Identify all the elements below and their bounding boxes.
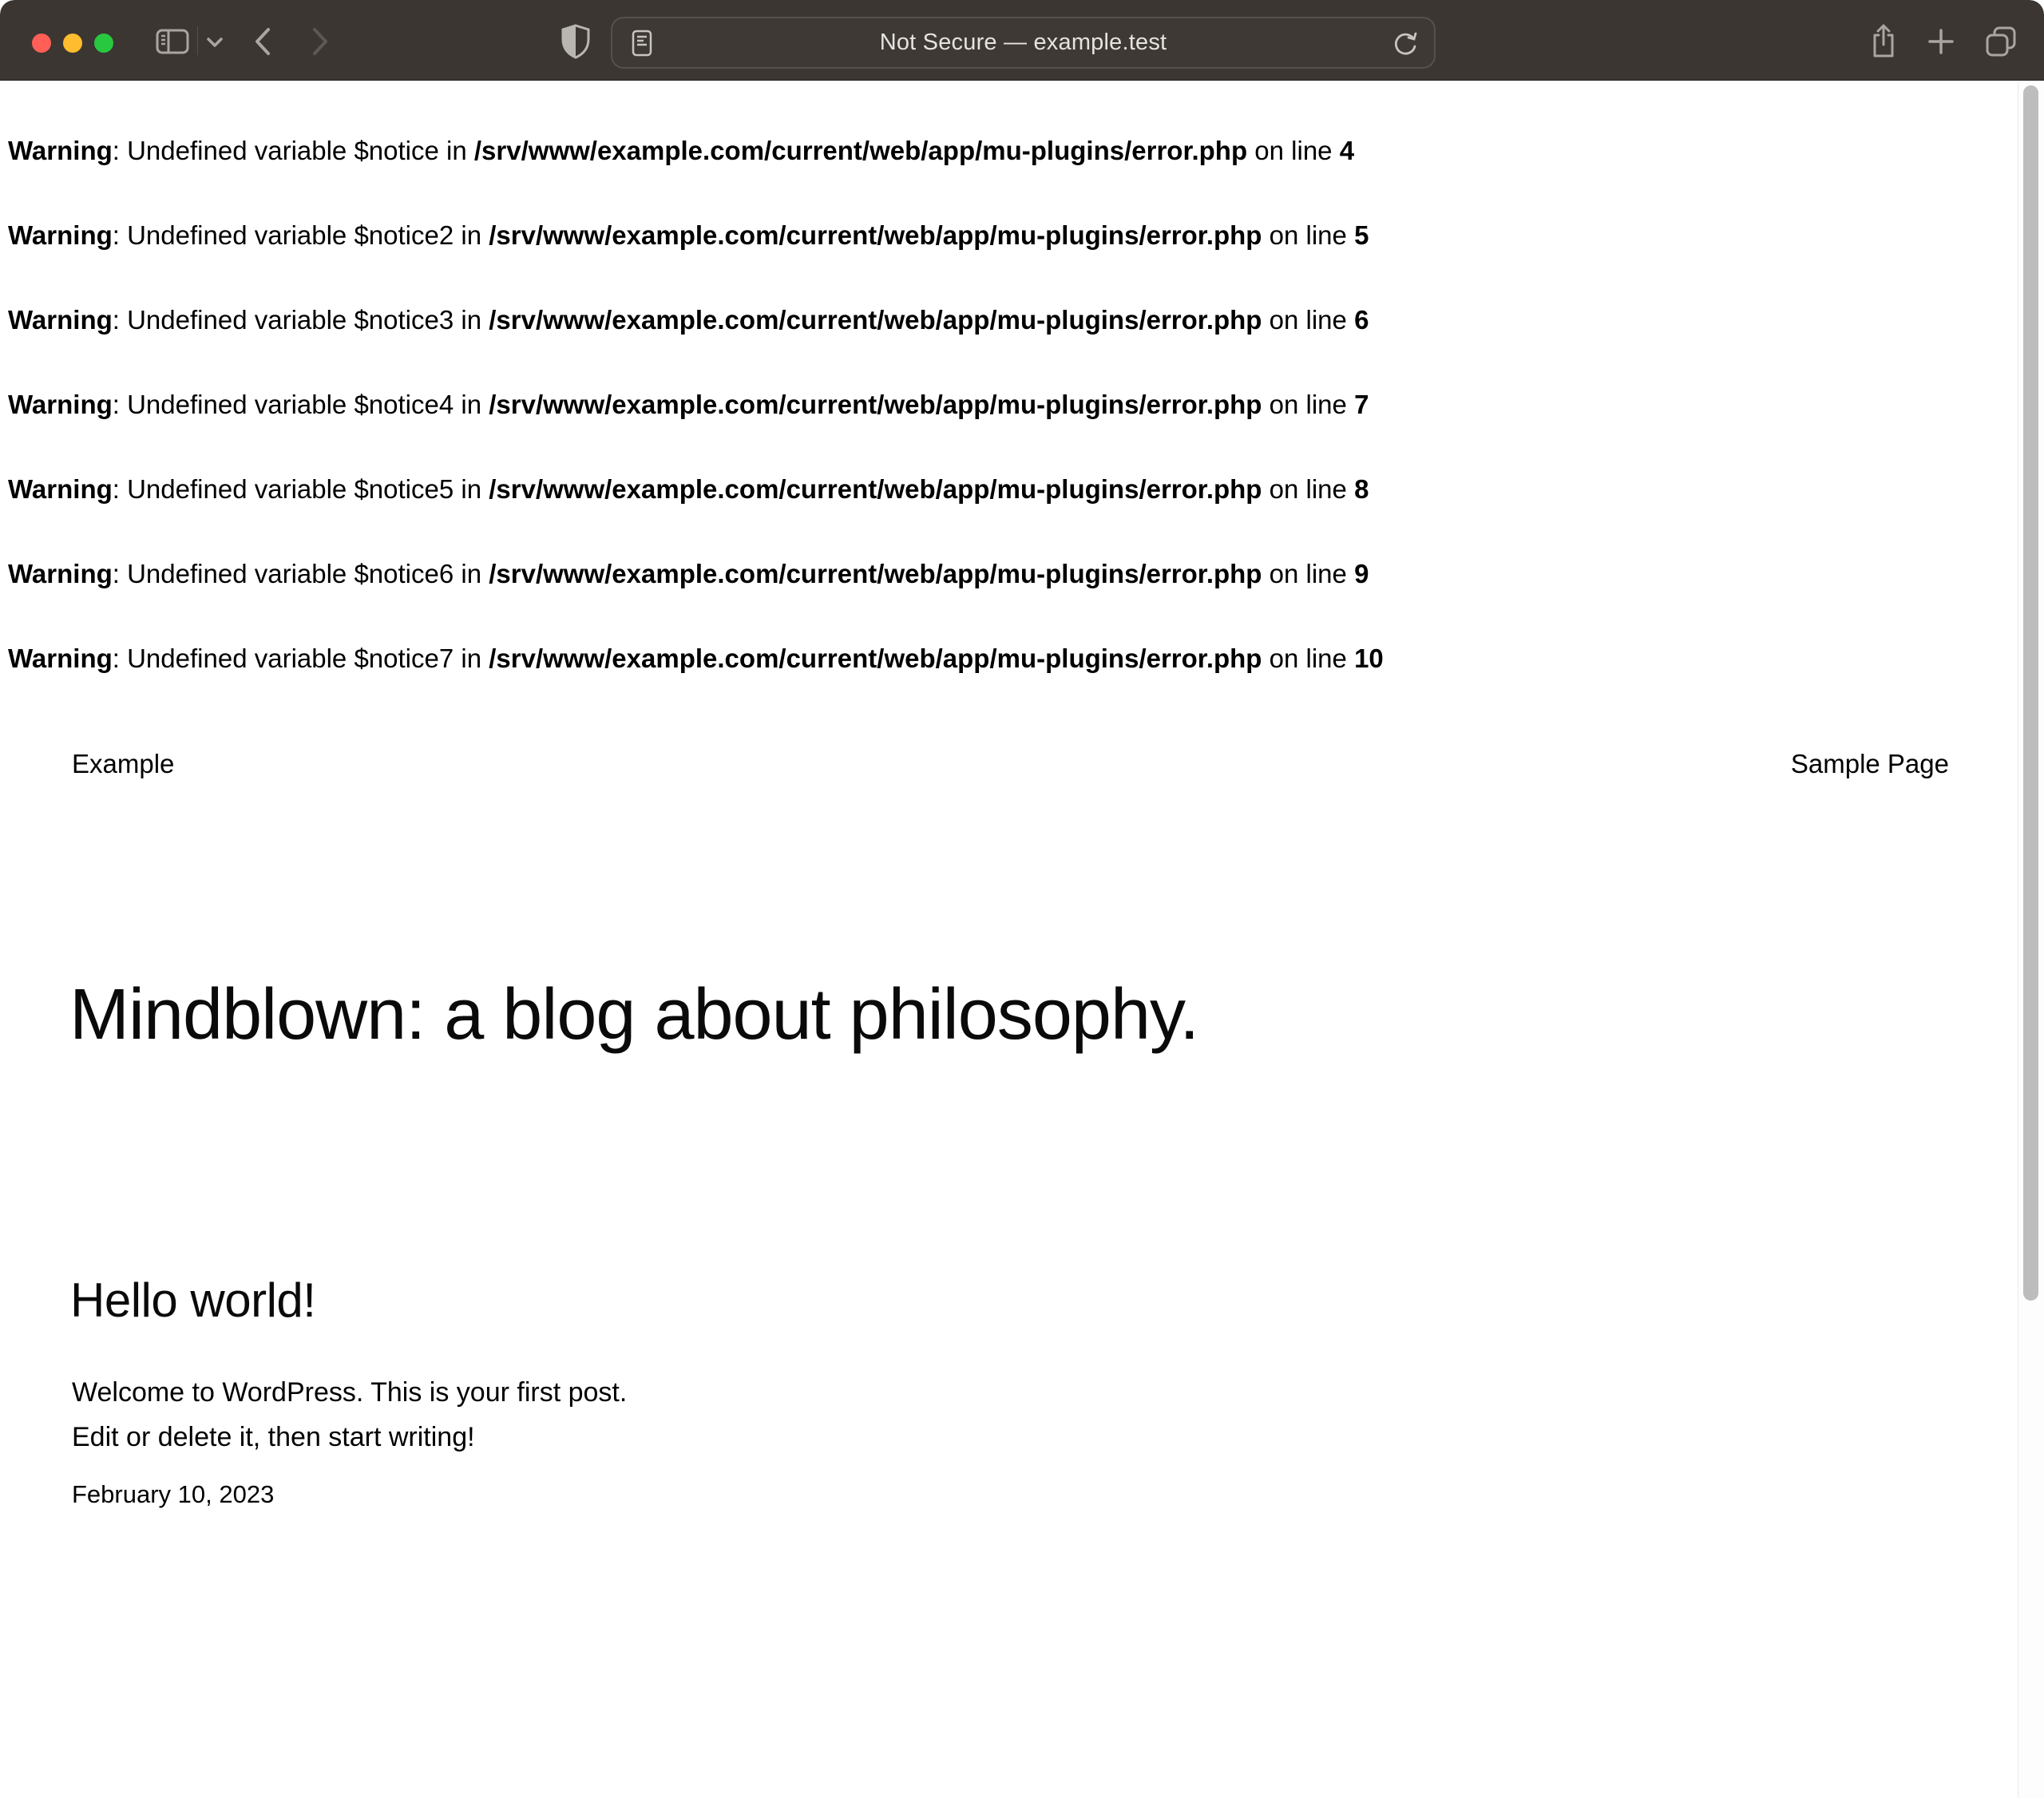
chevron-down-icon[interactable]	[206, 37, 224, 48]
toolbar-divider	[197, 26, 198, 55]
warning-label: Warning	[8, 559, 113, 588]
close-window-button[interactable]	[32, 34, 51, 53]
post-title-link[interactable]: Hello world!	[70, 1273, 315, 1328]
warning-label: Warning	[8, 474, 113, 504]
warning-file-path: /srv/www/example.com/current/web/app/mu-…	[489, 305, 1262, 335]
reload-icon[interactable]	[1392, 30, 1418, 57]
url-text: Not Secure — example.test	[612, 30, 1434, 56]
web-page: Warning: Undefined variable $notice in /…	[0, 81, 2044, 1798]
warning-label: Warning	[8, 220, 113, 250]
warning-label: Warning	[8, 305, 113, 335]
zoom-window-button[interactable]	[94, 34, 113, 53]
share-icon[interactable]	[1869, 24, 1898, 59]
warning-file-path: /srv/www/example.com/current/web/app/mu-…	[489, 474, 1262, 504]
tab-overview-icon[interactable]	[1985, 26, 2017, 57]
back-button[interactable]	[254, 27, 271, 56]
site-header: Example Sample Page	[72, 749, 1949, 779]
php-warning: Warning: Undefined variable $notice7 in …	[8, 642, 1996, 675]
warning-line-number: 7	[1354, 390, 1369, 419]
warning-line-number: 6	[1354, 305, 1369, 335]
php-warning: Warning: Undefined variable $notice2 in …	[8, 219, 1996, 251]
new-tab-icon[interactable]	[1927, 27, 1955, 56]
scrollbar-track[interactable]	[2018, 81, 2044, 1798]
post-excerpt: Welcome to WordPress. This is your first…	[72, 1370, 627, 1459]
warning-file-path: /srv/www/example.com/current/web/app/mu-…	[474, 136, 1247, 165]
address-bar[interactable]: Not Secure — example.test	[611, 17, 1436, 69]
php-warning: Warning: Undefined variable $notice5 in …	[8, 473, 1996, 505]
warning-file-path: /srv/www/example.com/current/web/app/mu-…	[489, 390, 1262, 419]
warning-label: Warning	[8, 136, 113, 165]
php-warning: Warning: Undefined variable $notice6 in …	[8, 557, 1996, 590]
sidebar-toggle-button[interactable]	[156, 29, 189, 54]
warning-line-number: 8	[1354, 474, 1369, 504]
warning-line-number: 10	[1354, 644, 1384, 673]
warning-label: Warning	[8, 390, 113, 419]
warning-line-number: 5	[1354, 220, 1369, 250]
nav-link-sample-page[interactable]: Sample Page	[1791, 749, 1949, 779]
warning-file-path: /srv/www/example.com/current/web/app/mu-…	[489, 559, 1262, 588]
forward-button[interactable]	[311, 27, 329, 56]
minimize-window-button[interactable]	[63, 34, 82, 53]
warning-label: Warning	[8, 644, 113, 673]
browser-toolbar: Not Secure — example.test	[0, 0, 2044, 81]
excerpt-line: Edit or delete it, then start writing!	[72, 1415, 627, 1459]
scrollbar-thumb[interactable]	[2023, 85, 2038, 1301]
warning-line-number: 4	[1340, 136, 1354, 165]
warning-file-path: /srv/www/example.com/current/web/app/mu-…	[489, 644, 1262, 673]
php-warning: Warning: Undefined variable $notice4 in …	[8, 388, 1996, 421]
post-date: February 10, 2023	[72, 1480, 274, 1509]
warning-file-path: /srv/www/example.com/current/web/app/mu-…	[489, 220, 1262, 250]
php-warning: Warning: Undefined variable $notice3 in …	[8, 303, 1996, 336]
php-warnings: Warning: Undefined variable $notice in /…	[8, 134, 1996, 727]
privacy-shield-icon[interactable]	[561, 24, 591, 59]
safari-window: Not Secure — example.test	[0, 0, 2044, 1798]
warning-line-number: 9	[1354, 559, 1369, 588]
site-title-link[interactable]: Example	[72, 749, 174, 779]
php-warning: Warning: Undefined variable $notice in /…	[8, 134, 1996, 167]
site-tagline: Mindblown: a blog about philosophy.	[69, 974, 1884, 1056]
excerpt-line: Welcome to WordPress. This is your first…	[72, 1370, 627, 1415]
